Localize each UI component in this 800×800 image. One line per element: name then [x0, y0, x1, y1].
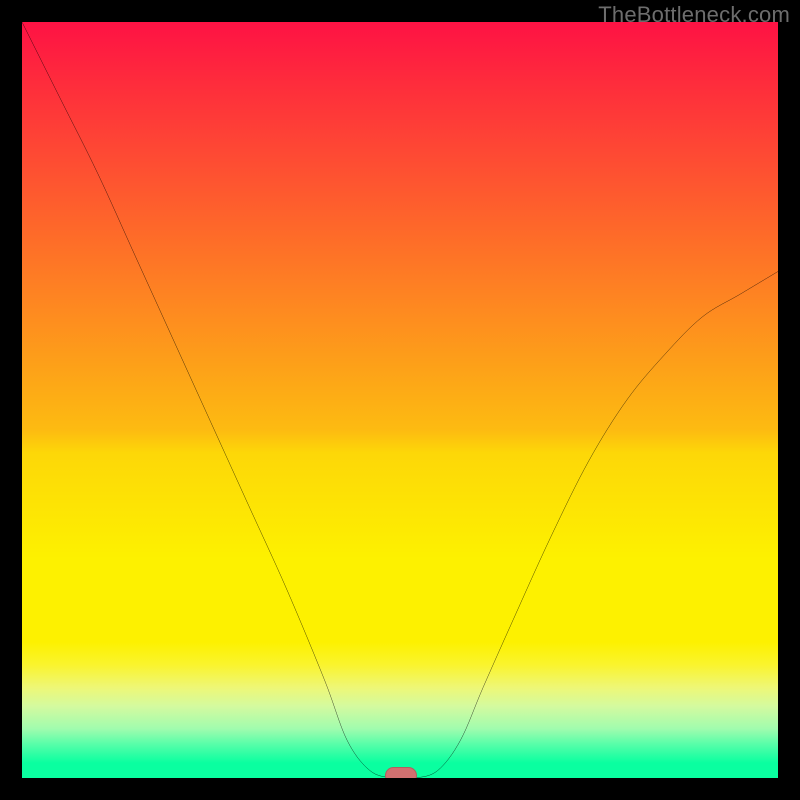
optimal-point-marker	[385, 767, 417, 778]
watermark-text: TheBottleneck.com	[598, 2, 790, 28]
plot-area	[22, 22, 778, 778]
bottleneck-curve	[22, 22, 778, 778]
chart-frame: TheBottleneck.com	[0, 0, 800, 800]
